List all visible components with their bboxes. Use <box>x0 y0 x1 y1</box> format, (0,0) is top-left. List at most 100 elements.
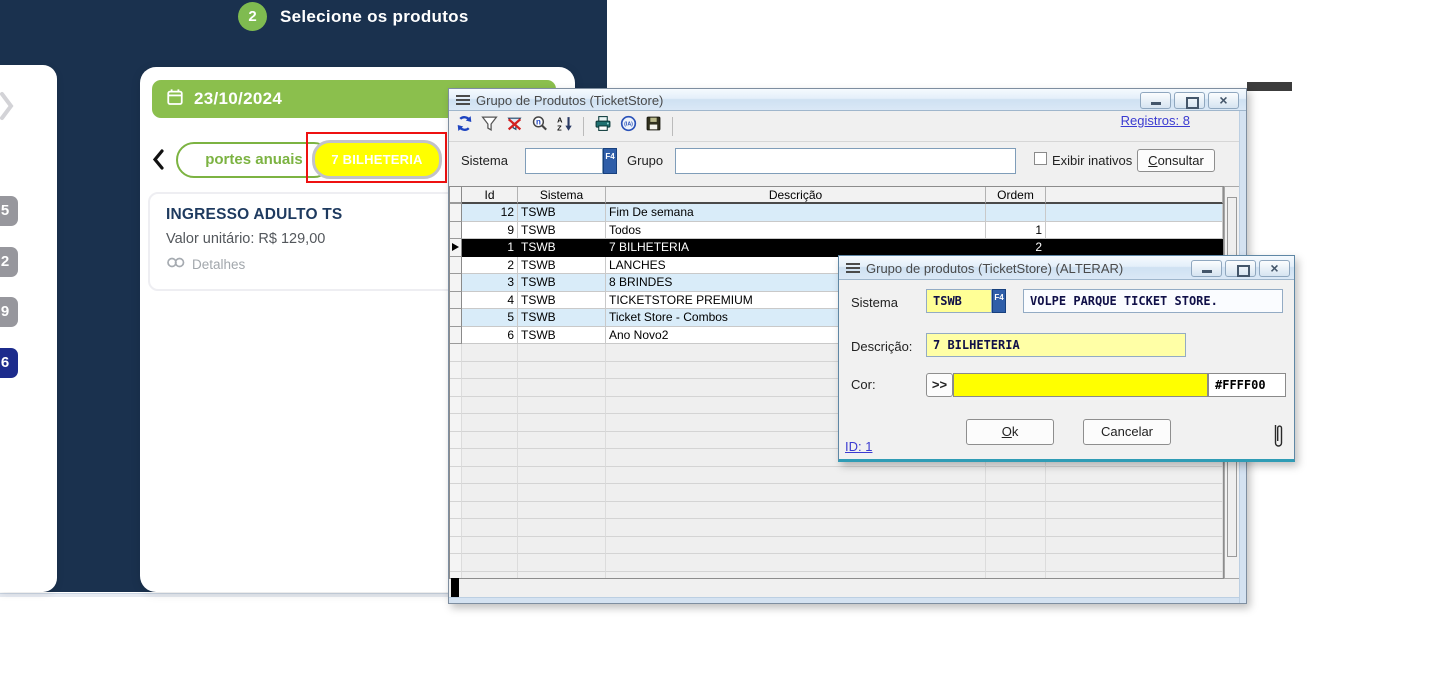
cell-extra[interactable] <box>1046 222 1223 240</box>
grid-empty-row <box>450 572 1223 580</box>
clear-filter-icon[interactable] <box>506 115 523 137</box>
row-selector[interactable] <box>450 204 462 222</box>
side-badge[interactable]: 2 <box>0 247 18 277</box>
cell-id[interactable]: 5 <box>462 309 518 327</box>
details-link[interactable]: Detalhes <box>166 256 245 272</box>
grid-header-descricao[interactable]: Descrição <box>606 187 986 204</box>
save-icon[interactable] <box>645 115 662 137</box>
cell-sistema[interactable]: TSWB <box>518 274 606 292</box>
row-selector[interactable] <box>450 274 462 292</box>
side-card <box>0 65 57 592</box>
cell-extra[interactable] <box>1046 239 1223 257</box>
row-selector[interactable] <box>450 257 462 275</box>
exibir-inativos-checkbox[interactable] <box>1034 152 1047 165</box>
row-selector[interactable] <box>450 327 462 345</box>
consultar-button[interactable]: Consultar <box>1137 149 1215 172</box>
close-button[interactable] <box>1208 92 1239 109</box>
ok-button[interactable]: Ok <box>966 419 1054 445</box>
minimize-button[interactable] <box>1191 260 1222 277</box>
grid-cursor <box>451 578 459 598</box>
grid-row[interactable]: 12TSWBFim De semana <box>450 204 1223 222</box>
row-selector[interactable] <box>450 222 462 240</box>
empty-cell <box>450 379 462 397</box>
grid-header-ordem[interactable]: Ordem <box>986 187 1046 204</box>
sistema-label: Sistema <box>851 295 898 310</box>
grid-header-sistema[interactable]: Sistema <box>518 187 606 204</box>
grupo-input[interactable] <box>675 148 1016 174</box>
cell-ordem[interactable]: 1 <box>986 222 1046 240</box>
empty-cell <box>986 467 1046 485</box>
cell-sistema[interactable]: TSWB <box>518 327 606 345</box>
empty-cell <box>518 502 606 520</box>
menu-icon[interactable] <box>846 263 860 274</box>
toolbar-separator <box>583 117 584 136</box>
svg-text:n: n <box>536 118 541 127</box>
paperclip-icon[interactable] <box>1272 421 1285 456</box>
maximize-button[interactable] <box>1225 260 1256 277</box>
cell-id[interactable]: 12 <box>462 204 518 222</box>
cor-swatch[interactable] <box>953 373 1208 397</box>
cell-extra[interactable] <box>1046 204 1223 222</box>
toolbar-separator <box>672 117 673 136</box>
cor-hex-field[interactable]: #FFFF00 <box>1208 373 1286 397</box>
id-link[interactable]: ID: 1 <box>845 439 872 454</box>
registros-link[interactable]: Registros: 8 <box>1121 113 1190 128</box>
empty-cell <box>450 537 462 555</box>
cell-id[interactable]: 3 <box>462 274 518 292</box>
sistema-value-field[interactable]: TSWB <box>926 289 992 313</box>
f4-lookup-button[interactable]: F4 <box>992 289 1006 313</box>
row-selector[interactable] <box>450 292 462 310</box>
empty-cell <box>606 519 986 537</box>
side-badge-active[interactable]: 6 <box>0 348 18 378</box>
search-icon[interactable]: n <box>531 115 548 137</box>
empty-cell <box>1046 467 1223 485</box>
f4-lookup-button[interactable]: F4 <box>603 148 617 174</box>
grid-row[interactable]: 1TSWB7 BILHETERIA2 <box>450 239 1223 257</box>
grid-header-id[interactable]: Id <box>462 187 518 204</box>
cell-sistema[interactable]: TSWB <box>518 239 606 257</box>
side-badge[interactable]: 9 <box>0 297 18 327</box>
cancelar-button[interactable]: Cancelar <box>1083 419 1171 445</box>
sistema-input[interactable] <box>525 148 603 174</box>
cor-picker-button[interactable]: >> <box>926 373 953 397</box>
cell-sistema[interactable]: TSWB <box>518 204 606 222</box>
filter-icon[interactable] <box>481 115 498 137</box>
descricao-input[interactable]: 7 BILHETERIA <box>926 333 1186 357</box>
empty-cell <box>1046 502 1223 520</box>
step-number-badge: 2 <box>238 2 267 31</box>
cell-descricao[interactable]: 7 BILHETERIA <box>606 239 986 257</box>
cell-id[interactable]: 9 <box>462 222 518 240</box>
row-selector[interactable] <box>450 309 462 327</box>
maximize-button[interactable] <box>1174 92 1205 109</box>
refresh-icon[interactable] <box>456 115 473 137</box>
cell-ordem[interactable]: 2 <box>986 239 1046 257</box>
row-selector[interactable] <box>450 239 462 257</box>
sistema-descricao-field: VOLPE PARQUE TICKET STORE. <box>1023 289 1283 313</box>
cell-sistema[interactable]: TSWB <box>518 257 606 275</box>
cell-id[interactable]: 4 <box>462 292 518 310</box>
ia-icon[interactable]: (IA) <box>620 115 637 137</box>
close-button[interactable] <box>1259 260 1290 277</box>
cell-ordem[interactable] <box>986 204 1046 222</box>
cell-descricao[interactable]: Fim De semana <box>606 204 986 222</box>
empty-cell <box>518 572 606 580</box>
grid-row[interactable]: 9TSWBTodos1 <box>450 222 1223 240</box>
dialog-titlebar[interactable]: Grupo de produtos (TicketStore) (ALTERAR… <box>839 256 1294 280</box>
chevron-left-icon[interactable] <box>152 149 165 175</box>
cell-id[interactable]: 6 <box>462 327 518 345</box>
sort-icon[interactable]: A Z <box>556 115 573 137</box>
minimize-button[interactable] <box>1140 92 1171 109</box>
cell-sistema[interactable]: TSWB <box>518 222 606 240</box>
cell-id[interactable]: 2 <box>462 257 518 275</box>
menu-icon[interactable] <box>456 95 470 106</box>
cell-sistema[interactable]: TSWB <box>518 292 606 310</box>
product-card[interactable]: INGRESSO ADULTO TS Valor unitário: R$ 12… <box>148 192 460 291</box>
window-titlebar[interactable]: Grupo de Produtos (TicketStore) <box>449 89 1246 111</box>
side-badge[interactable]: 5 <box>0 196 18 226</box>
chevron-right-icon[interactable] <box>0 91 14 126</box>
cell-sistema[interactable]: TSWB <box>518 309 606 327</box>
print-icon[interactable] <box>594 115 612 137</box>
empty-cell <box>518 537 606 555</box>
cell-id[interactable]: 1 <box>462 239 518 257</box>
cell-descricao[interactable]: Todos <box>606 222 986 240</box>
